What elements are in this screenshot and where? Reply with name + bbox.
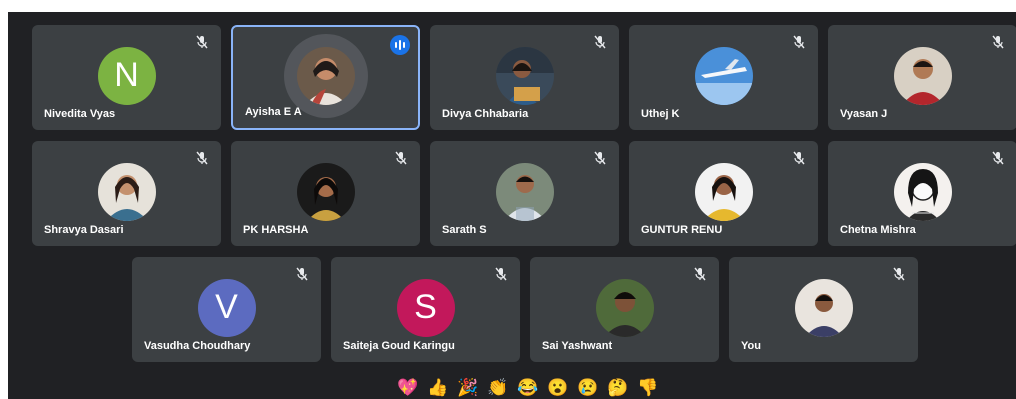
mic-off-icon: [195, 151, 209, 165]
tears-of-joy-icon[interactable]: 😂: [515, 374, 541, 399]
mic-off-icon: [892, 267, 906, 281]
meeting-grid: N Nivedita Vyas Ayisha E A Divya Chhabar…: [8, 12, 1016, 399]
participant-tile[interactable]: You: [729, 257, 918, 362]
participant-name: Shravya Dasari: [44, 224, 124, 236]
mic-off-icon: [792, 35, 806, 49]
participant-tile[interactable]: GUNTUR RENU: [629, 141, 818, 246]
avatar: [893, 162, 952, 221]
participant-tile[interactable]: Sai Yashwant: [530, 257, 719, 362]
mic-off-icon: [593, 35, 607, 49]
sad-face-icon[interactable]: 😢: [575, 374, 601, 399]
participant-name: Sai Yashwant: [542, 340, 613, 352]
avatar: [495, 162, 554, 221]
participant-name: Vyasan J: [840, 108, 888, 120]
party-popper-icon[interactable]: 🎉: [455, 374, 481, 399]
participant-tile[interactable]: Uthej K: [629, 25, 818, 130]
avatar: [694, 46, 753, 105]
avatar: [296, 162, 355, 221]
participant-name: Sarath S: [442, 224, 487, 236]
participant-tile[interactable]: Sarath S: [430, 141, 619, 246]
participant-name: GUNTUR RENU: [641, 224, 723, 236]
avatar: S: [396, 278, 455, 337]
avatar: [595, 278, 654, 337]
mic-off-icon: [593, 151, 607, 165]
participant-name: PK HARSHA: [243, 224, 309, 236]
avatar: N: [97, 46, 156, 105]
sparkling-heart-icon[interactable]: 💖: [395, 374, 421, 399]
mic-off-icon: [991, 35, 1005, 49]
mic-off-icon: [991, 151, 1005, 165]
participant-tile[interactable]: Shravya Dasari: [32, 141, 221, 246]
avatar-initial: N: [114, 56, 139, 94]
participant-tile[interactable]: Ayisha E A: [231, 25, 420, 130]
participant-tile[interactable]: Chetna Mishra: [828, 141, 1016, 246]
thumbs-up-icon[interactable]: 👍: [425, 374, 451, 399]
mic-off-icon: [792, 151, 806, 165]
mic-off-icon: [693, 267, 707, 281]
participant-name: You: [741, 340, 761, 352]
participant-name: Nivedita Vyas: [44, 108, 116, 120]
surprised-face-icon[interactable]: 😮: [545, 374, 571, 399]
avatar-initial: S: [414, 288, 437, 326]
reaction-bar: 💖 👍 🎉 👏 😂 😮 😢 🤔 👎: [378, 372, 678, 399]
participant-tile[interactable]: Divya Chhabaria: [430, 25, 619, 130]
participant-tile[interactable]: V Vasudha Choudhary: [132, 257, 321, 362]
avatar-initial: V: [215, 288, 238, 326]
mic-off-icon: [494, 267, 508, 281]
mic-off-icon: [295, 267, 309, 281]
participant-name: Ayisha E A: [245, 106, 302, 118]
participant-tile[interactable]: PK HARSHA: [231, 141, 420, 246]
mic-off-icon: [195, 35, 209, 49]
avatar: [296, 46, 355, 105]
speaking-mic-icon: [390, 35, 410, 55]
participant-tile[interactable]: N Nivedita Vyas: [32, 25, 221, 130]
clapping-hands-icon[interactable]: 👏: [485, 374, 511, 399]
participant-name: Saiteja Goud Karingu: [343, 340, 455, 352]
participant-name: Uthej K: [641, 108, 680, 120]
thumbs-down-icon[interactable]: 👎: [635, 374, 661, 399]
participant-tile[interactable]: Vyasan J: [828, 25, 1016, 130]
mic-off-icon: [394, 151, 408, 165]
avatar: V: [197, 278, 256, 337]
avatar: [694, 162, 753, 221]
participant-name: Divya Chhabaria: [442, 108, 529, 120]
thinking-face-icon[interactable]: 🤔: [605, 374, 631, 399]
avatar: [97, 162, 156, 221]
avatar: [495, 46, 554, 105]
avatar: [893, 46, 952, 105]
participant-name: Vasudha Choudhary: [144, 340, 251, 352]
participant-name: Chetna Mishra: [840, 224, 916, 236]
avatar: [794, 278, 853, 337]
participant-tile[interactable]: S Saiteja Goud Karingu: [331, 257, 520, 362]
